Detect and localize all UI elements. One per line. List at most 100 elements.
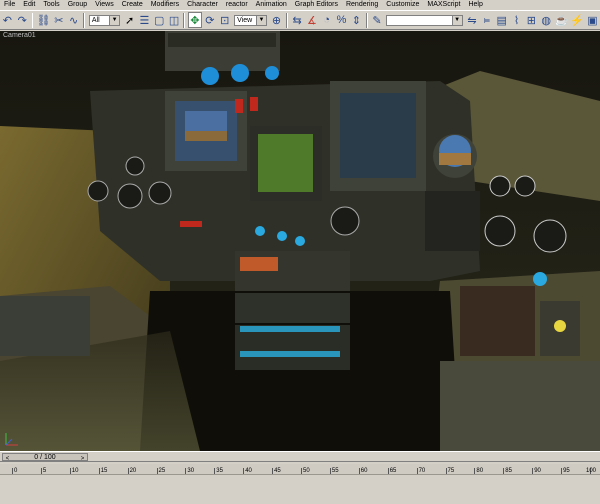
named-selection-set[interactable]: ▼ [386,14,463,26]
time-slider-thumb[interactable]: < 0 / 100 > [2,453,88,462]
track-tick-label: 80 [476,468,484,474]
left-mfd-ground [185,131,227,141]
edit-named-selection-icon[interactable]: ✎ [371,12,384,28]
select-by-name-icon[interactable]: ☰ [138,12,151,28]
spinner-snap-icon[interactable]: ⇕ [350,12,363,28]
knob-7 [533,272,547,286]
red-switch-2 [250,97,258,111]
center-console-unit-2 [235,293,350,323]
gauge-left-4 [125,156,145,176]
cockpit-render [0,31,600,451]
menu-character[interactable]: Character [183,0,222,10]
chevron-down-icon: ▼ [256,15,267,25]
select-manipulate-icon[interactable]: ⇆ [291,12,304,28]
menu-rendering[interactable]: Rendering [342,0,382,10]
redo-icon[interactable]: ↷ [16,12,29,28]
left-control-panel [0,296,90,356]
align-icon[interactable]: ⫢ [480,12,493,28]
cyan-button-row-2 [240,351,340,357]
track-tick-label: 95 [563,468,570,474]
knob-3 [265,66,279,80]
undo-icon[interactable]: ↶ [1,12,14,28]
track-tick-label: 0 [14,468,18,474]
center-console-display [240,257,278,271]
unlink-icon[interactable]: ✂ [52,12,65,28]
track-tick [503,468,505,474]
schematic-view-icon[interactable]: ⊞ [525,12,538,28]
rotate-icon[interactable]: ⟳ [204,12,217,28]
menu-views[interactable]: Views [91,0,118,10]
menu-reactor[interactable]: reactor [222,0,252,10]
right-switch-panel [460,286,535,356]
track-bar[interactable]: 0 5 10 15 20 25 30 35 40 45 50 55 60 65 70 75 80 85 90 95 10… [0,461,600,504]
gauge-left-2 [148,181,172,205]
scale-icon[interactable]: ⊡ [218,12,231,28]
track-tick [127,468,129,474]
select-icon[interactable]: ➚ [123,12,136,28]
knob-8 [554,320,566,332]
menu-edit[interactable]: Edit [19,0,39,10]
horizon-indicator-ground [439,153,471,165]
bind-space-warp-icon[interactable]: ∿ [67,12,80,28]
knob-6 [295,236,305,246]
angle-snap-icon[interactable]: ◔ [320,12,333,28]
render-type-icon[interactable]: ▣ [586,12,599,28]
track-tick-label: 50 [303,468,310,474]
reference-coordinate-system[interactable]: View ▼ [234,14,268,26]
toolbar-separator [31,12,34,28]
percent-snap-icon[interactable]: % [335,12,348,28]
snaps-toggle-icon[interactable]: ∡ [305,12,318,28]
track-tick-label: 20 [129,468,137,474]
coordinate-system-value: View [237,16,253,24]
viewport-label[interactable]: Camera01 [3,32,36,39]
selection-filter[interactable]: All ▼ [88,14,121,26]
menu-maxscript[interactable]: MAXScript [423,0,464,10]
region-select-icon[interactable]: ▢ [153,12,166,28]
camera-viewport[interactable]: Camera01 [0,31,600,451]
select-link-icon[interactable]: ⛓ [36,12,50,28]
toolbar-separator [183,12,186,28]
curve-editor-icon[interactable]: ⌇ [510,12,523,28]
knob-4 [255,226,265,236]
axis-tripod-icon [5,433,18,446]
track-ruler[interactable]: 0 5 10 15 20 25 30 35 40 45 50 55 60 65 70 75 80 85 90 95 10… [0,464,600,475]
mirror-icon[interactable]: ⇋ [466,12,479,28]
menu-tools[interactable]: Tools [39,0,63,10]
toolbar-separator [285,12,288,28]
window-crossing-icon[interactable]: ◫ [168,12,181,28]
red-switch-3 [180,221,202,227]
track-tick [69,468,71,474]
render-scene-icon[interactable]: ☕ [555,12,569,28]
pivot-center-icon[interactable]: ⊕ [270,12,283,28]
quick-render-icon[interactable]: ⚡ [570,12,584,28]
track-tick-label: 70 [418,468,426,474]
menu-help[interactable]: Help [464,0,486,10]
menu-animation[interactable]: Animation [252,0,291,10]
knob-5 [277,231,287,241]
track-tick [474,468,476,474]
track-tick-label: 45 [274,468,281,474]
gauge-center-1 [330,206,360,236]
move-icon[interactable]: ✥ [188,12,202,28]
layer-manager-icon[interactable]: ▤ [495,12,508,28]
menu-modifiers[interactable]: Modifiers [147,0,183,10]
track-tick-label: 40 [245,468,252,474]
gauge-left-3 [87,180,109,202]
track-tick-label: 65 [389,468,397,474]
track-tick [12,468,13,474]
menu-file[interactable]: File [0,0,19,10]
menu-customize[interactable]: Customize [382,0,423,10]
material-editor-icon[interactable]: ◍ [540,12,553,28]
track-tick-label: 60 [360,468,368,474]
center-video-screen [258,134,313,192]
toolbar-separator [83,12,85,28]
menu-create[interactable]: Create [118,0,147,10]
gauge-right-4 [514,175,536,197]
menu-group[interactable]: Group [64,0,91,10]
menu-graph-editors[interactable]: Graph Editors [291,0,342,10]
menu-bar: File Edit Tools Group Views Create Modif… [0,0,600,10]
track-tick [98,468,100,474]
track-tick [358,468,360,474]
hud-frame [168,33,276,47]
track-tick-label: 90 [534,468,541,474]
